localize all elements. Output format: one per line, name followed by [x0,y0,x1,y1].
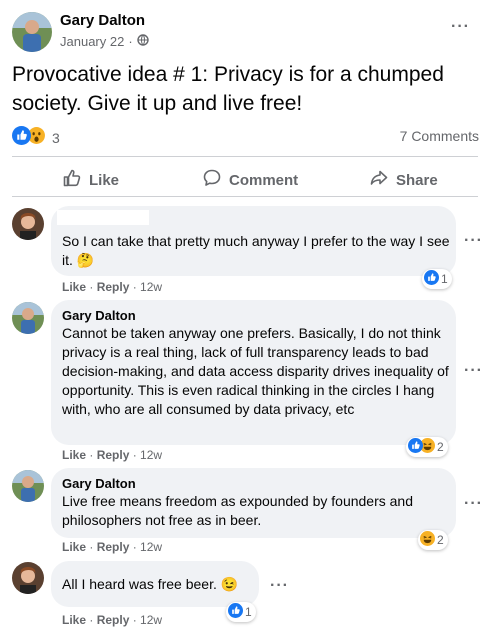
share-icon [369,168,389,192]
comment-reactions[interactable]: 1 [226,602,256,622]
comment-actions: Like · Reply · 12w [62,613,163,627]
comment-reaction-count: 1 [245,605,252,619]
comment-more-icon[interactable]: ··· [464,232,483,250]
comment-like-link[interactable]: Like [62,448,86,462]
comment-reactions[interactable]: 2 [418,530,448,550]
like-button[interactable]: Like [62,168,119,192]
like-reaction-icon [408,438,423,456]
like-reaction-icon [228,603,243,621]
comment-reply-link[interactable]: Reply [97,613,130,627]
wink-emoji: 😉 [220,576,239,592]
comment-bubble: Gary Dalton Live free means freedom as e… [51,468,456,538]
comment-text: All I heard was free beer. 😉 [62,576,239,592]
post-text: Provocative idea # 1: Privacy is for a c… [12,63,444,115]
comment-bubble: Gary Dalton Cannot be taken anyway one p… [51,300,456,445]
post-more-icon[interactable]: ··· [451,18,470,36]
comment-time[interactable]: 12w [140,280,162,294]
comment-actions: Like · Reply · 12w [62,280,163,294]
comment-more-icon[interactable]: ··· [464,495,483,513]
gary-avatar[interactable] [12,302,44,334]
post-date[interactable]: January 22 [60,34,124,49]
like-reaction-icon [12,126,31,150]
like-button-label: Like [89,171,120,189]
thinking-emoji: 🤔 [76,252,95,268]
comment-reaction-count: 2 [437,440,444,454]
comment-bubble: All I heard was free beer. 😉 [51,561,259,607]
comment-text: Cannot be taken anyway one prefers. Basi… [62,325,449,417]
comment-reactions[interactable]: 1 [422,269,452,289]
meta-separator: · [128,34,133,49]
comment-bubble: So I can take that pretty much anyway I … [51,206,456,276]
comment-like-link[interactable]: Like [62,280,86,294]
commenter-avatar[interactable] [12,208,44,240]
comments-count[interactable]: 7 Comments [400,128,479,144]
comment-author-name[interactable]: Gary Dalton [62,476,136,491]
comment-like-link[interactable]: Like [62,613,86,627]
comment-actions: Like · Reply · 12w [62,540,163,554]
comment-reactions[interactable]: 2 [406,437,448,457]
comment-more-icon[interactable]: ··· [270,577,289,595]
gary-avatar[interactable] [12,470,44,502]
comment-reaction-count: 1 [441,272,448,286]
comment-text: So I can take that pretty much anyway I … [62,233,450,268]
thumbs-up-icon [62,168,82,192]
share-button-label: Share [396,171,438,189]
like-reaction-icon [424,270,439,288]
comment-actions: Like · Reply · 12w [62,448,163,462]
share-button[interactable]: Share [369,168,438,192]
divider-top [12,156,478,157]
comment-author-name[interactable] [57,210,149,225]
reaction-count[interactable]: 3 [52,130,60,146]
comment-author-name[interactable]: Gary Dalton [62,308,136,323]
commenter-avatar[interactable] [12,562,44,594]
comment-reaction-count: 2 [437,533,444,547]
globe-icon [136,34,149,49]
haha-reaction-icon [420,531,435,549]
comment-reply-link[interactable]: Reply [97,448,130,462]
comment-reply-link[interactable]: Reply [97,540,130,554]
comment-button[interactable]: Comment [202,168,298,192]
comment-text: Live free means freedom as expounded by … [62,493,414,528]
comment-button-label: Comment [229,171,299,189]
author-avatar[interactable] [12,12,52,52]
divider-bottom [12,196,478,197]
comment-reply-link[interactable]: Reply [97,280,130,294]
post-author-name[interactable]: Gary Dalton [60,12,145,29]
comment-time[interactable]: 12w [140,448,162,462]
comment-time[interactable]: 12w [140,613,162,627]
reaction-summary[interactable]: 3 [12,126,60,150]
comment-more-icon[interactable]: ··· [464,362,483,380]
comment-time[interactable]: 12w [140,540,162,554]
comment-icon [202,168,222,192]
comment-like-link[interactable]: Like [62,540,86,554]
post-meta: January 22 · [60,34,149,49]
